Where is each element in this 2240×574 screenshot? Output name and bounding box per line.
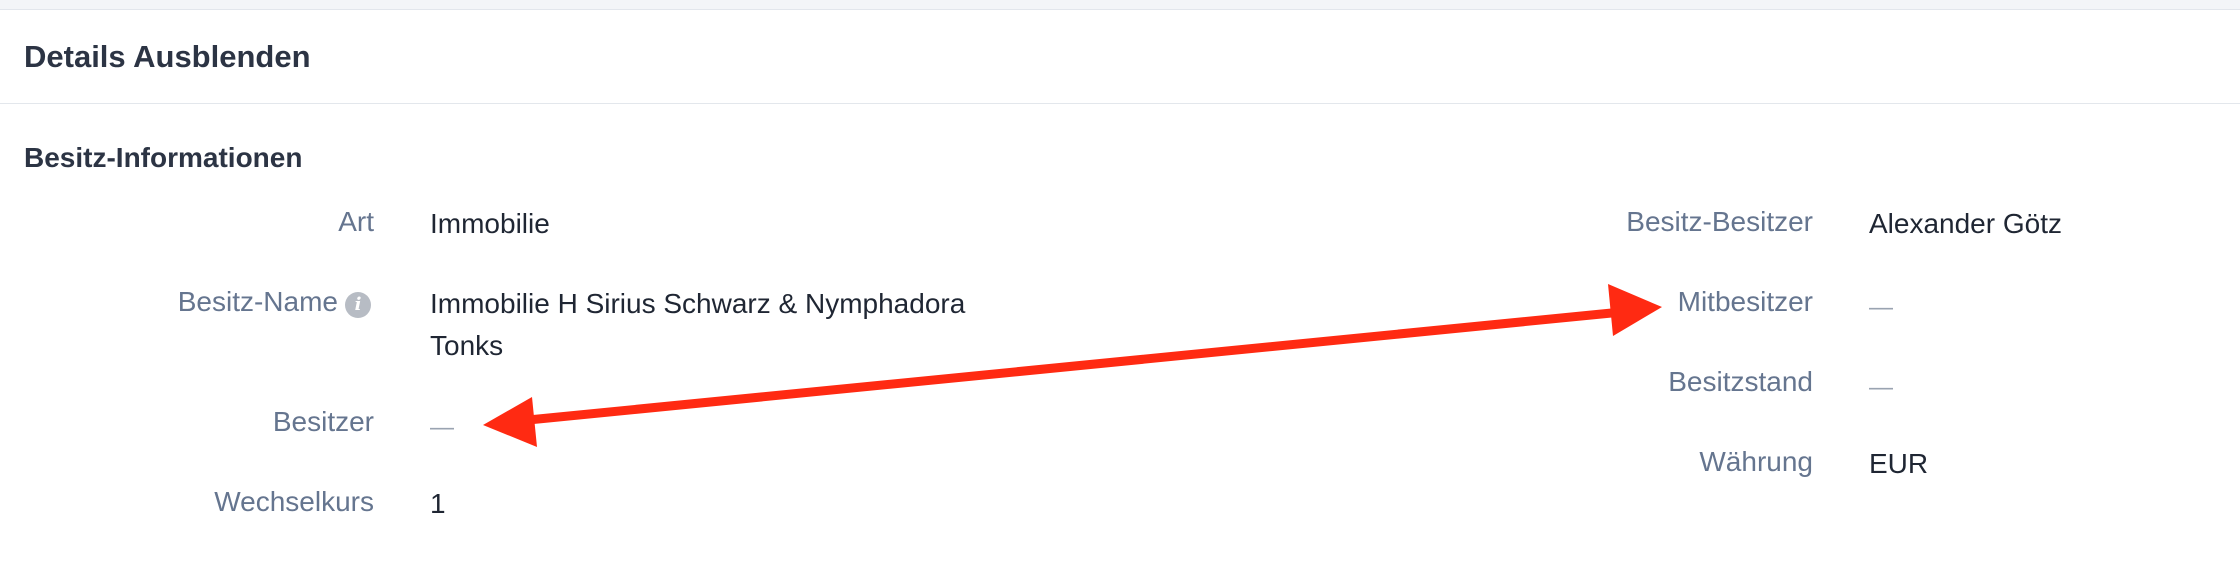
- field-label-besitz-besitzer: Besitz-Besitzer: [1626, 206, 1813, 237]
- field-value-besitzstand: —: [1869, 374, 1893, 401]
- section-title: Besitz-Informationen: [24, 142, 303, 173]
- top-strip: [0, 0, 2240, 10]
- field-value-mitbesitzer: —: [1869, 294, 1893, 321]
- field-label-besitz-name: Besitz-Name: [177, 286, 338, 317]
- field-label-mitbesitzer: Mitbesitzer: [1677, 286, 1813, 317]
- field-value-waehrung: EUR: [1869, 448, 1929, 479]
- hide-details-toggle[interactable]: Details Ausblenden: [24, 39, 311, 75]
- field-value-besitzer: —: [430, 414, 454, 441]
- details-panel: Details Ausblenden Besitz-Informationen …: [0, 0, 2240, 574]
- field-value-art: Immobilie: [430, 208, 550, 239]
- field-label-besitzer: Besitzer: [272, 406, 374, 437]
- field-label-wechselkurs: Wechselkurs: [214, 486, 374, 517]
- field-value-besitz-name: Immobilie H Sirius Schwarz & Nymphadora …: [430, 288, 966, 361]
- field-label-waehrung: Währung: [1699, 446, 1813, 477]
- annotation-arrow-head-right: [1608, 284, 1662, 336]
- field-value-wechselkurs: 1: [430, 488, 446, 519]
- details-header: Details Ausblenden: [0, 10, 2240, 104]
- info-icon[interactable]: i: [345, 292, 371, 318]
- field-label-art: Art: [338, 206, 374, 237]
- annotation-arrow-head-left: [483, 397, 537, 447]
- field-value-besitz-besitzer: Alexander Götz: [1869, 208, 2062, 239]
- field-label-besitzstand: Besitzstand: [1668, 366, 1813, 397]
